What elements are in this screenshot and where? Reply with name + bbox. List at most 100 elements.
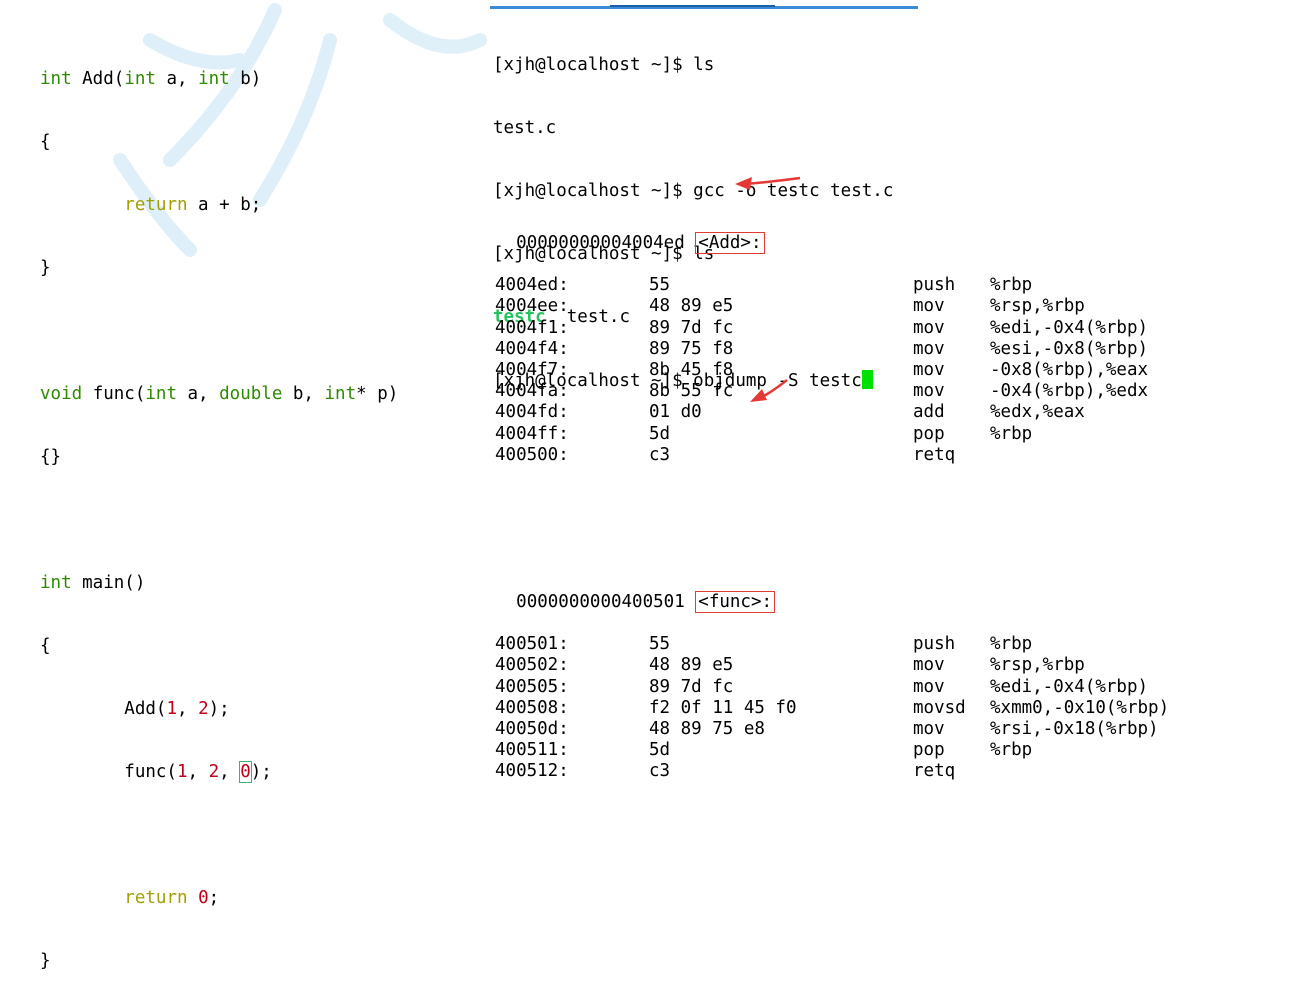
instruction-opcode: add <box>913 402 945 423</box>
instruction-bytes: 5d <box>649 740 671 761</box>
instruction-operands: %rsp,%rbp <box>990 296 1085 317</box>
keyword: void <box>40 384 83 404</box>
instruction-opcode: retq <box>913 444 956 465</box>
code-text: Add( <box>71 69 125 89</box>
instruction-opcode: pop <box>913 740 945 761</box>
instruction-opcode: push <box>913 275 956 296</box>
instruction-opcode: mov <box>913 296 945 317</box>
keyword: int <box>198 69 230 89</box>
code-text: ); <box>250 762 272 782</box>
source-code-panel: int Add(int a, int b) { return a + b; } … <box>40 27 398 993</box>
instruction-address: 400508: <box>495 697 569 718</box>
keyword: double <box>219 384 283 404</box>
instruction-bytes: 89 75 f8 <box>649 338 734 359</box>
code-line: Add(1, 2); <box>40 699 398 720</box>
instruction-bytes: c3 <box>649 761 671 782</box>
instruction-bytes: 48 89 75 e8 <box>649 719 765 739</box>
instruction-row: 400512: c3 retq <box>474 761 955 782</box>
keyword: int <box>124 69 156 89</box>
keyword: int <box>40 69 72 89</box>
instruction-address: 400511: <box>495 740 569 761</box>
terminal-tab-indicator <box>610 5 775 7</box>
code-text: Add( <box>40 699 167 719</box>
number-literal: 1 <box>166 699 177 719</box>
instruction-row: 400511: 5d pop %rbp <box>474 740 1032 761</box>
instruction-operands: %edx,%eax <box>990 402 1085 423</box>
instruction-row: 400508: f2 0f 11 45 f0 movsd %xmm0,-0x10(%r… <box>474 697 1169 719</box>
code-text: , <box>176 699 199 719</box>
instruction-address: 400505: <box>495 676 569 697</box>
instruction-row: 400501: 55 push %rbp <box>474 634 1032 655</box>
code-line: } <box>40 951 51 971</box>
instruction-row: 4004ff: 5d pop %rbp <box>474 423 1032 445</box>
instruction-operands: %rbp <box>990 275 1033 296</box>
keyword: return <box>124 195 188 215</box>
instruction-address: 400500: <box>495 444 569 465</box>
terminal-cursor <box>861 370 873 389</box>
code-text: a + b; <box>187 195 262 215</box>
instruction-opcode: movsd <box>913 697 966 718</box>
instruction-bytes: 89 7d fc <box>649 317 734 338</box>
instruction-bytes: 48 89 e5 <box>649 296 734 317</box>
instruction-opcode: retq <box>913 761 956 782</box>
instruction-operands: %rbp <box>990 740 1033 761</box>
number-literal: 0 <box>198 888 209 908</box>
keyword: int <box>324 384 357 404</box>
instruction-address: 4004f7: <box>495 359 569 380</box>
code-line: int main() <box>40 573 398 594</box>
instruction-address: 400501: <box>495 634 569 655</box>
code-line: {} <box>40 447 62 467</box>
instruction-bytes: 8b 55 fc <box>649 381 734 402</box>
terminal-line: [xjh@localhost ~]$ ls <box>493 55 715 75</box>
code-text: func( <box>40 762 177 782</box>
number-literal: 2 <box>198 699 209 719</box>
instruction-operands: %xmm0,-0x10(%rbp) <box>990 697 1170 718</box>
instruction-row: 400500: c3 retq <box>474 444 955 466</box>
code-text: b, <box>282 384 325 404</box>
instruction-opcode: mov <box>913 317 945 338</box>
code-line: { <box>40 132 51 152</box>
number-literal: 2 <box>208 762 220 782</box>
instruction-bytes: 48 89 e5 <box>649 655 734 676</box>
objdump-output: 00000000004004ed <Add>: 4004ed: 55 push %rb… <box>474 170 1169 804</box>
instruction-address: 4004ed: <box>495 275 569 296</box>
instruction-address: 4004fa: <box>495 381 569 402</box>
add-instructions: 4004ed: 55 push %rbp 4004ee: 48 89 e5 mov %rsp,… <box>474 275 1148 466</box>
instruction-opcode: push <box>913 634 956 655</box>
code-text: a, <box>155 69 199 89</box>
symbol-header-add: 00000000004004ed <Add>: <box>474 212 775 254</box>
code-line: func(1, 2, 0); <box>40 761 398 783</box>
symbol-header-func: 0000000000400501 <func>: <box>474 571 776 614</box>
code-text: * p) <box>356 384 399 404</box>
instruction-operands: %esi,-0x8(%rbp) <box>990 338 1149 359</box>
instruction-bytes: 8b 45 f8 <box>649 359 734 380</box>
code-text: a, <box>176 384 220 404</box>
instruction-operands: -0x8(%rbp),%eax <box>990 359 1149 380</box>
instruction-address: 4004f1: <box>495 317 569 338</box>
terminal-line: test.c <box>493 118 557 138</box>
instruction-operands: %edi,-0x4(%rbp) <box>990 317 1149 338</box>
editor-cursor-number[interactable]: 0 <box>239 761 252 783</box>
code-text: main() <box>71 573 146 593</box>
instruction-bytes: c3 <box>649 444 671 465</box>
symbol-address: 00000000004004ed <box>516 233 696 253</box>
instruction-address: 400502: <box>495 655 569 676</box>
instruction-bytes: 89 7d fc <box>649 676 734 697</box>
instruction-operands: %rbp <box>990 423 1033 444</box>
instruction-opcode: mov <box>913 719 945 739</box>
instruction-opcode: mov <box>913 676 945 697</box>
instruction-row: 4004ee: 48 89 e5 mov %rsp,%rbp <box>474 296 1085 317</box>
instruction-address: 4004ff: <box>495 423 569 444</box>
code-text: , <box>219 762 241 782</box>
code-text: ; <box>208 888 220 908</box>
instruction-opcode: pop <box>913 423 945 444</box>
instruction-operands: %rsp,%rbp <box>990 655 1085 676</box>
keyword: int <box>40 573 72 593</box>
instruction-address: 4004f4: <box>495 338 569 359</box>
instruction-row: 4004ed: 55 push %rbp <box>474 275 1032 296</box>
